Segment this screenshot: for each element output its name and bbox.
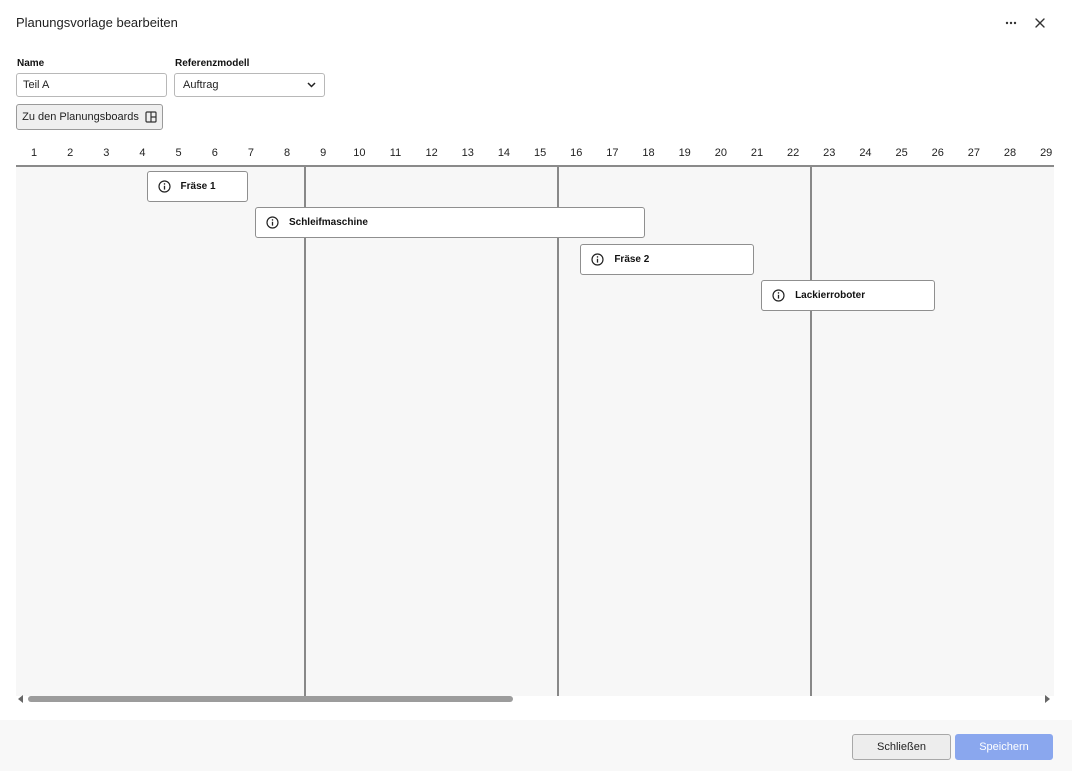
info-icon[interactable] [772,289,785,302]
timeline-tick: 13 [461,147,474,159]
close-button[interactable]: Schließen [852,734,951,760]
scroll-left-arrow[interactable] [18,695,23,703]
task-label: Fräse 1 [180,181,216,192]
dialog-title: Planungsvorlage bearbeiten [16,15,178,30]
horizontal-scrollbar[interactable] [16,692,1054,706]
week-separator [810,167,813,696]
info-icon[interactable] [266,216,279,229]
timeline-task[interactable]: Lackierroboter [761,279,935,311]
timeline-tick: 11 [389,147,402,159]
week-separator [304,167,307,696]
timeline-tick: 10 [353,147,366,159]
task-label: Fräse 2 [614,253,650,265]
timeline-tick: 14 [497,147,511,159]
planning-boards-button[interactable]: Zu den Planungsboards [16,104,163,130]
timeline-tick: 5 [175,147,182,159]
timeline-tick: 26 [931,147,944,159]
scroll-thumb[interactable] [28,696,513,702]
timeline-tick: 19 [678,147,691,159]
name-input[interactable] [16,73,167,97]
more-options-button[interactable] [1000,12,1022,34]
timeline-tick: 17 [606,147,619,159]
name-label: Name [17,58,45,69]
timeline-tick: 4 [139,147,146,159]
info-icon[interactable] [157,180,171,193]
close-icon [1035,18,1045,28]
save-button[interactable]: Speichern [955,734,1053,760]
timeline-tick: 15 [533,147,547,159]
timeline-tick: 21 [750,147,764,159]
timeline-tick: 12 [425,147,438,159]
timeline-tick: 20 [714,147,727,159]
timeline-tick: 6 [211,147,218,159]
timeline-tick: 1 [30,147,38,159]
chevron-down-icon [307,82,316,88]
timeline-grid: Fräse 1 Schleifmaschine Fräse 2 Lackierrobo… [16,165,1054,696]
more-horizontal-icon [1005,21,1017,25]
timeline-tick: 18 [642,147,655,159]
reference-model-select[interactable]: Auftrag [174,73,325,97]
timeline-tick: 23 [823,147,836,159]
dialog-header: Planungsvorlage bearbeiten [0,0,1072,46]
week-separator [557,167,560,696]
reference-model-label: Referenzmodell [175,58,250,69]
timeline-task[interactable]: Fräse 1 [146,171,248,202]
timeline-tick: 16 [570,147,583,159]
scroll-right-arrow[interactable] [1045,695,1050,703]
board-layout-icon [145,111,157,123]
timeline-tick: 3 [103,147,110,159]
timeline-tick: 9 [320,147,327,159]
timeline-ticks: 1 2 3 4 5 6 7 8 9 10 11 12 13 14 15 16 17 18 19 20 21 22 23 24 2… [16,140,1054,166]
planning-boards-label: Zu den Planungsboards [22,111,139,123]
timeline: 1 2 3 4 5 6 7 8 9 10 11 12 13 14 15 16 17 18 19 20 21 22 23 24 2… [16,140,1054,696]
timeline-tick: 25 [895,147,908,159]
timeline-tick: 27 [967,147,981,159]
task-label: Lackierroboter [795,289,866,301]
timeline-tick: 24 [859,147,872,159]
close-dialog-button[interactable] [1029,12,1051,34]
timeline-task[interactable]: Fräse 2 [580,243,754,275]
task-label: Schleifmaschine [288,217,368,229]
info-icon[interactable] [591,252,604,266]
timeline-tick: 2 [67,147,74,159]
reference-model-value: Auftrag [183,79,219,91]
timeline-task[interactable]: Schleifmaschine [254,207,646,239]
dialog-footer: Schließen Speichern [0,720,1072,771]
timeline-tick: 8 [283,147,291,159]
timeline-tick: 22 [787,147,800,159]
timeline-tick: 7 [247,147,254,159]
timeline-tick: 28 [1003,147,1017,159]
timeline-tick: 29 [1040,147,1053,159]
